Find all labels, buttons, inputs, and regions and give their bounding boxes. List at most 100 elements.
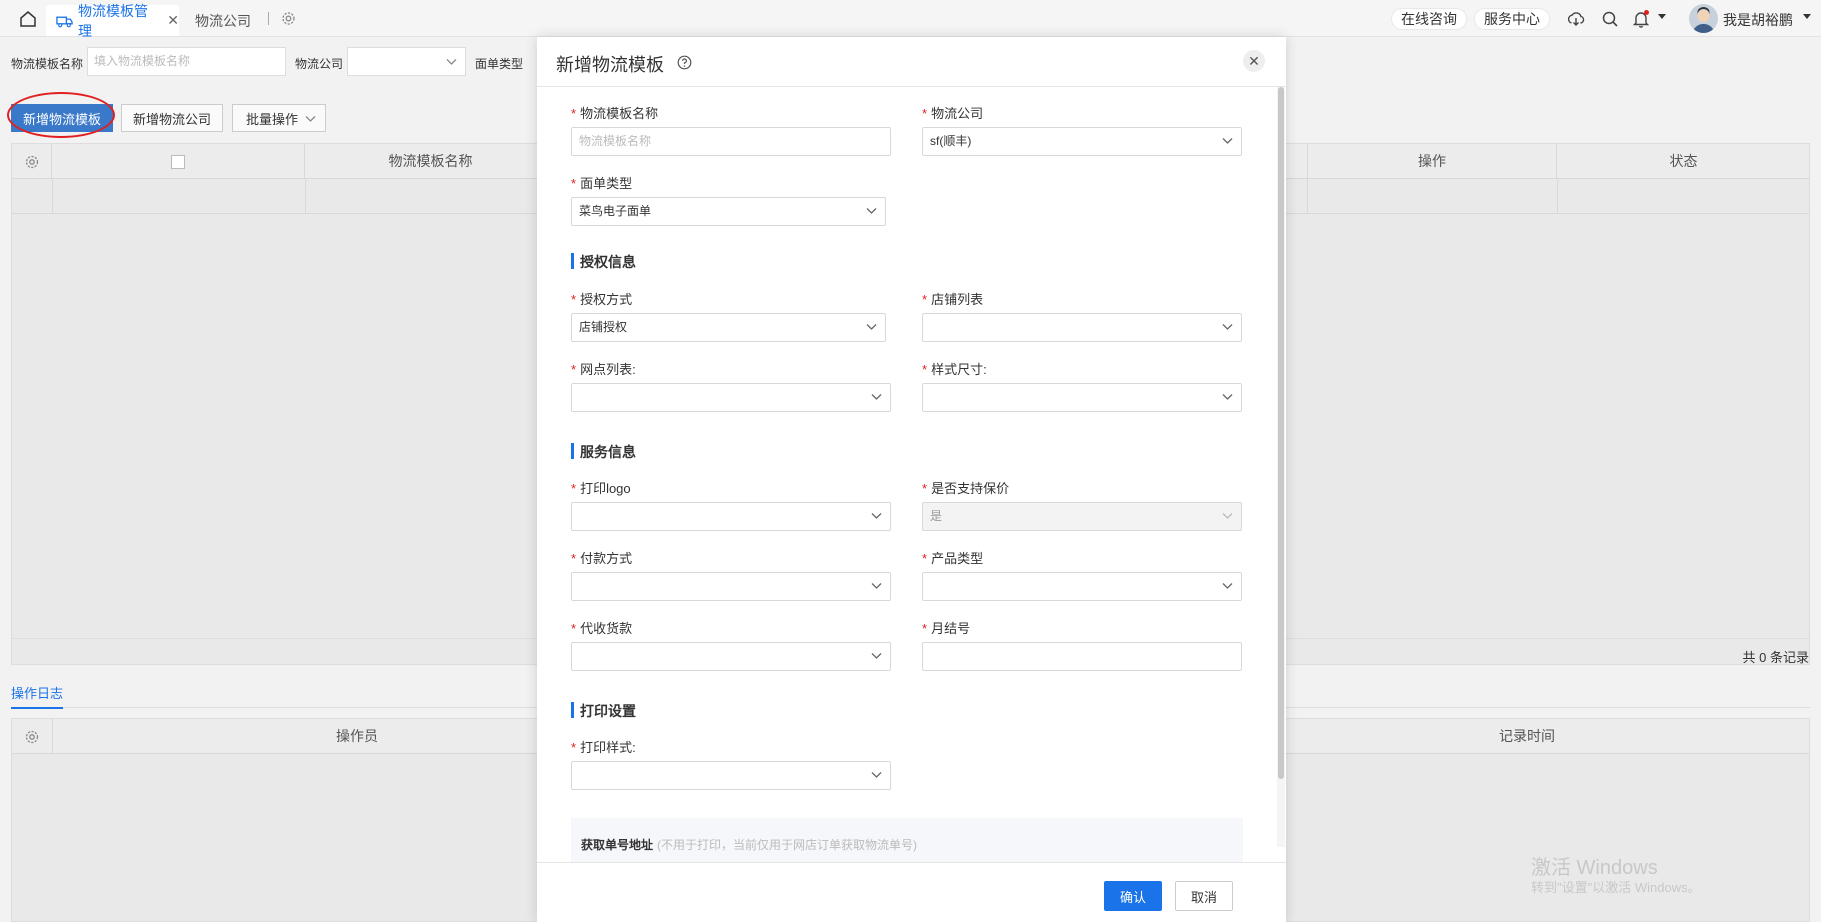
payment-label: * 付款方式: [571, 551, 633, 566]
company-filter-select[interactable]: [347, 47, 466, 76]
chevron-down-icon: [871, 772, 882, 778]
chevron-down-icon: [446, 59, 457, 65]
windows-watermark-hint: 转到"设置"以激活 Windows。: [1531, 880, 1701, 895]
chevron-down-icon: [1222, 513, 1233, 519]
windows-watermark: 激活 Windows: [1531, 857, 1658, 879]
user-dropdown-icon[interactable]: [1803, 14, 1811, 19]
add-company-button[interactable]: 新增物流公司: [121, 104, 223, 132]
online-consult-button[interactable]: 在线咨询: [1391, 8, 1467, 30]
avatar[interactable]: [1689, 4, 1718, 33]
add-template-dialog: 新增物流模板 ✕ * 物流模板名称 物流模板名称 * 物流公司 sf(顺丰) * 面单…: [537, 37, 1286, 922]
chevron-down-icon: [305, 116, 316, 122]
print-style-select[interactable]: [571, 761, 891, 790]
product-type-select[interactable]: [922, 572, 1242, 601]
insured-label: * 是否支持保价: [922, 481, 1010, 496]
search-icon[interactable]: [1601, 10, 1619, 28]
waybill-type-select[interactable]: 菜鸟电子面单: [571, 197, 886, 226]
chevron-down-icon: [866, 208, 877, 214]
product-type-label: * 产品类型: [922, 551, 984, 566]
select-all-checkbox[interactable]: [171, 155, 185, 170]
tab-operation-log[interactable]: 操作日志: [11, 683, 64, 709]
template-name-filter-label: 物流模板名称: [11, 57, 84, 71]
chevron-down-icon: [1222, 583, 1233, 589]
waybill-address-title: 获取单号地址 (不用于打印，当前仅用于网店订单获取物流单号): [581, 838, 918, 852]
waybill-address-note: (不用于打印，当前仅用于网店订单获取物流单号): [657, 838, 918, 852]
company-filter-label: 物流公司: [295, 57, 344, 71]
company-label: * 物流公司: [922, 106, 984, 121]
chevron-down-icon: [871, 583, 882, 589]
chevron-down-icon: [866, 324, 877, 330]
waybill-type-filter-label: 面单类型: [475, 57, 524, 71]
auth-method-select[interactable]: 店铺授权: [571, 313, 886, 342]
dialog-scrollbar[interactable]: [1278, 87, 1284, 779]
waybill-address-panel: 获取单号地址 (不用于打印，当前仅用于网店订单获取物流单号): [571, 818, 1243, 866]
dialog-footer: 确认 取消: [537, 862, 1286, 922]
cancel-button[interactable]: 取消: [1175, 881, 1233, 911]
confirm-button[interactable]: 确认: [1104, 881, 1162, 911]
print-logo-select[interactable]: [571, 502, 891, 531]
template-name-filter-input[interactable]: 填入物流模板名称: [87, 47, 286, 76]
company-select[interactable]: sf(顺丰): [922, 127, 1242, 156]
cod-select[interactable]: [571, 642, 891, 671]
chevron-down-icon: [1222, 324, 1233, 330]
outlet-list-select[interactable]: [571, 383, 891, 412]
notification-dropdown-icon[interactable]: [1658, 14, 1666, 19]
tab-logistics-template[interactable]: 物流模板管理 ✕: [46, 3, 179, 39]
tab-label: 物流公司: [195, 12, 251, 29]
chevron-down-icon: [871, 394, 882, 400]
user-name[interactable]: 我是胡裕鹏: [1723, 10, 1793, 30]
gear-icon[interactable]: [24, 729, 40, 745]
auth-method-label: * 授权方式: [571, 292, 633, 307]
chevron-down-icon: [871, 513, 882, 519]
service-center-button[interactable]: 服务中心: [1474, 8, 1550, 30]
top-bar: 物流模板管理 ✕ 物流公司 在线咨询 服务中心 我是胡裕鹏: [0, 0, 1821, 39]
auth-method-value: 店铺授权: [579, 320, 628, 334]
column-header-actions: 操作: [1307, 144, 1557, 179]
column-header-template-name: 物流模板名称: [305, 144, 557, 179]
chevron-down-icon: [1222, 394, 1233, 400]
waybill-type-label: * 面单类型: [571, 176, 633, 191]
waybill-type-value: 菜鸟电子面单: [579, 204, 652, 218]
template-name-label: * 物流模板名称: [571, 106, 659, 121]
close-icon[interactable]: ✕: [1243, 50, 1265, 72]
company-value: sf(顺丰): [930, 134, 972, 148]
column-header-record-time: 记录时间: [1499, 728, 1555, 744]
tab-logistics-company[interactable]: 物流公司: [195, 5, 251, 36]
section-service-info: 服务信息: [571, 442, 636, 462]
outlet-list-label: * 网点列表:: [571, 362, 636, 377]
shop-list-select[interactable]: [922, 313, 1242, 342]
cloud-download-icon[interactable]: [1567, 10, 1585, 28]
print-style-label: * 打印样式:: [571, 740, 636, 755]
cod-label: * 代收货款: [571, 621, 633, 636]
monthly-no-label: * 月结号: [922, 621, 971, 636]
home-icon[interactable]: [18, 9, 38, 29]
payment-select[interactable]: [571, 572, 891, 601]
batch-ops-button[interactable]: 批量操作: [232, 104, 326, 132]
gear-icon[interactable]: [280, 10, 297, 27]
column-settings[interactable]: [12, 144, 52, 179]
column-header-status: 状态: [1669, 153, 1698, 169]
dialog-header: 新增物流模板 ✕: [537, 37, 1286, 87]
help-icon[interactable]: [677, 55, 692, 70]
monthly-no-input[interactable]: [922, 642, 1242, 671]
shop-list-label: * 店铺列表: [922, 292, 984, 307]
print-logo-label: * 打印logo: [571, 481, 631, 496]
highlight-annotation: [7, 92, 115, 138]
gear-icon[interactable]: [24, 154, 40, 170]
tab-close-icon[interactable]: ✕: [167, 12, 179, 29]
section-auth-info: 授权信息: [571, 252, 636, 272]
style-size-select[interactable]: [922, 383, 1242, 412]
tab-divider: [268, 12, 269, 25]
section-print-settings: 打印设置: [571, 701, 636, 721]
truck-icon: [56, 16, 73, 27]
select-all-column: [52, 144, 305, 179]
batch-ops-label: 批量操作: [246, 111, 299, 127]
dialog-title: 新增物流模板: [556, 55, 664, 75]
tab-label: 物流模板管理: [77, 2, 148, 39]
template-name-input[interactable]: 物流模板名称: [571, 127, 891, 156]
insured-value: 是: [930, 509, 943, 523]
bell-icon[interactable]: [1632, 10, 1650, 28]
chevron-down-icon: [1222, 138, 1233, 144]
style-size-label: * 样式尺寸:: [922, 362, 987, 377]
chevron-down-icon: [871, 653, 882, 659]
